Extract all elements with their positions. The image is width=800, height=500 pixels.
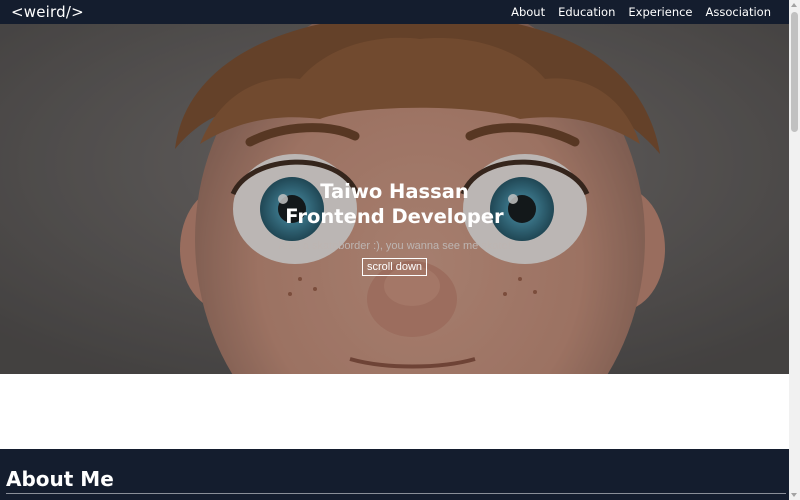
nav-link-about[interactable]: About bbox=[511, 5, 545, 19]
hero-section: Taiwo Hassan Frontend Developer Also a s… bbox=[0, 24, 789, 374]
navbar: <weird/> About Education Experience Asso… bbox=[0, 0, 789, 24]
nav-links: About Education Experience Association bbox=[511, 5, 771, 19]
about-section: About Me bbox=[0, 449, 789, 500]
scroll-up-arrow-icon[interactable] bbox=[791, 3, 797, 7]
spacer-section bbox=[0, 374, 789, 449]
brand-logo[interactable]: <weird/> bbox=[11, 3, 84, 21]
hero-name: Taiwo Hassan bbox=[320, 180, 469, 203]
nav-link-education[interactable]: Education bbox=[558, 5, 615, 19]
hero-content: Taiwo Hassan Frontend Developer Also a s… bbox=[0, 179, 789, 276]
page: <weird/> About Education Experience Asso… bbox=[0, 0, 800, 500]
scrollbar-thumb[interactable] bbox=[791, 12, 798, 132]
scroll-down-button[interactable]: scroll down bbox=[361, 258, 428, 276]
scroll-down-arrow-icon[interactable] bbox=[791, 493, 797, 497]
about-title: About Me bbox=[6, 467, 114, 491]
about-divider bbox=[6, 493, 786, 494]
nav-link-experience[interactable]: Experience bbox=[628, 5, 692, 19]
nav-link-association[interactable]: Association bbox=[706, 5, 771, 19]
hero-role: Frontend Developer bbox=[285, 205, 504, 228]
page-scrollbar[interactable] bbox=[789, 0, 800, 500]
hero-subtitle: Also a skateborder :), you wanna see me … bbox=[278, 240, 511, 252]
